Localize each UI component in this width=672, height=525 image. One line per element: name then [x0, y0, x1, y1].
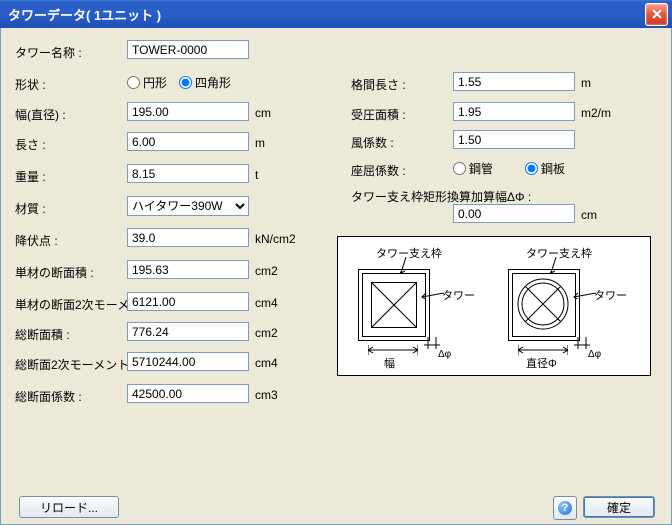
area-total-input[interactable]	[127, 322, 249, 341]
yield-label: 降伏点 :	[15, 232, 58, 249]
cross-icon	[372, 283, 416, 327]
mom-total-label: 総断面2次モーメント :	[15, 356, 136, 373]
length-input[interactable]	[127, 132, 249, 151]
press-input[interactable]	[453, 102, 575, 121]
buckling-pipe-text: 鋼管	[469, 160, 493, 177]
reload-button[interactable]: リロード...	[19, 496, 119, 518]
area1-label: 単材の断面積 :	[15, 264, 94, 281]
mom-total-unit: cm4	[255, 356, 278, 370]
weight-label: 重量 :	[15, 168, 46, 185]
ok-button-label: 確定	[607, 499, 631, 516]
help-icon: ?	[558, 501, 572, 515]
extra-label: タワー支え枠矩形換算加算幅ΔΦ :	[351, 188, 531, 205]
span-unit: m	[581, 76, 591, 90]
window-title: タワーデータ( 1ユニット )	[8, 5, 161, 24]
modulus-input[interactable]	[127, 384, 249, 403]
help-button[interactable]: ?	[553, 496, 577, 520]
shape-label: 形状 :	[15, 76, 46, 93]
buckling-pipe-radio[interactable]: 鋼管	[453, 160, 493, 177]
length-unit: m	[255, 136, 265, 150]
dialog-client: タワー名称 : 形状 : 円形 四角形 幅(直径) : cm 長さ : m 重量…	[0, 28, 672, 525]
modulus-unit: cm3	[255, 388, 278, 402]
length-label: 長さ :	[15, 136, 46, 153]
shape-rect-radio[interactable]: 四角形	[179, 74, 231, 91]
buckling-plate-text: 鋼板	[541, 160, 565, 177]
diagram-width-caption: 幅	[384, 355, 395, 371]
title-bar: タワーデータ( 1ユニット )	[0, 0, 672, 29]
span-label: 格間長さ :	[351, 76, 406, 93]
diagram-diameter-caption: 直径Φ	[526, 355, 557, 371]
diagram-panel: タワー支え枠 タワー 幅 Δφ タワー支え枠 タワー 直径Φ Δφ	[337, 236, 651, 376]
extra-input[interactable]	[453, 204, 575, 223]
material-select[interactable]: ハイタワー390W	[127, 196, 249, 216]
width-input[interactable]	[127, 102, 249, 121]
close-icon	[652, 9, 662, 19]
reload-button-label: リロード...	[40, 499, 98, 516]
diagram-delta-caption-2: Δφ	[588, 349, 601, 360]
mom1-unit: cm4	[255, 296, 278, 310]
press-label: 受圧面積 :	[351, 106, 406, 123]
tower-name-input[interactable]	[127, 40, 249, 59]
shape-circle-text: 円形	[143, 74, 167, 91]
wind-input[interactable]	[453, 130, 575, 149]
diagram-tower-label-1: タワー	[442, 287, 475, 303]
material-label: 材質 :	[15, 200, 46, 217]
area-total-unit: cm2	[255, 326, 278, 340]
weight-input[interactable]	[127, 164, 249, 183]
close-button[interactable]	[645, 3, 668, 26]
width-unit: cm	[255, 106, 271, 120]
buckling-label: 座屈係数 :	[351, 162, 406, 179]
mom-total-input[interactable]	[127, 352, 249, 371]
press-unit: m2/m	[581, 106, 611, 120]
wind-label: 風係数 :	[351, 134, 394, 151]
diagram-tower-label-2: タワー	[594, 287, 627, 303]
area-total-label: 総断面積 :	[15, 326, 70, 343]
arrow-icon	[572, 289, 596, 299]
diagram-delta-caption-1: Δφ	[438, 349, 451, 360]
mom1-input[interactable]	[127, 292, 249, 311]
yield-input[interactable]	[127, 228, 249, 247]
yield-unit: kN/cm2	[255, 232, 296, 246]
ok-button[interactable]: 確定	[583, 496, 655, 518]
diagram-left-inner	[371, 282, 417, 328]
width-label: 幅(直径) :	[15, 106, 66, 123]
area1-input[interactable]	[127, 260, 249, 279]
tower-name-label: タワー名称 :	[15, 44, 82, 61]
weight-unit: t	[255, 168, 258, 182]
extra-unit: cm	[581, 208, 597, 222]
buckling-plate-radio[interactable]: 鋼板	[525, 160, 565, 177]
modulus-label: 総断面係数 :	[15, 388, 82, 405]
arrow-icon	[420, 289, 444, 299]
area1-unit: cm2	[255, 264, 278, 278]
shape-rect-text: 四角形	[195, 74, 231, 91]
diagram-right-circle	[517, 278, 569, 330]
span-input[interactable]	[453, 72, 575, 91]
shape-circle-radio[interactable]: 円形	[127, 74, 167, 91]
